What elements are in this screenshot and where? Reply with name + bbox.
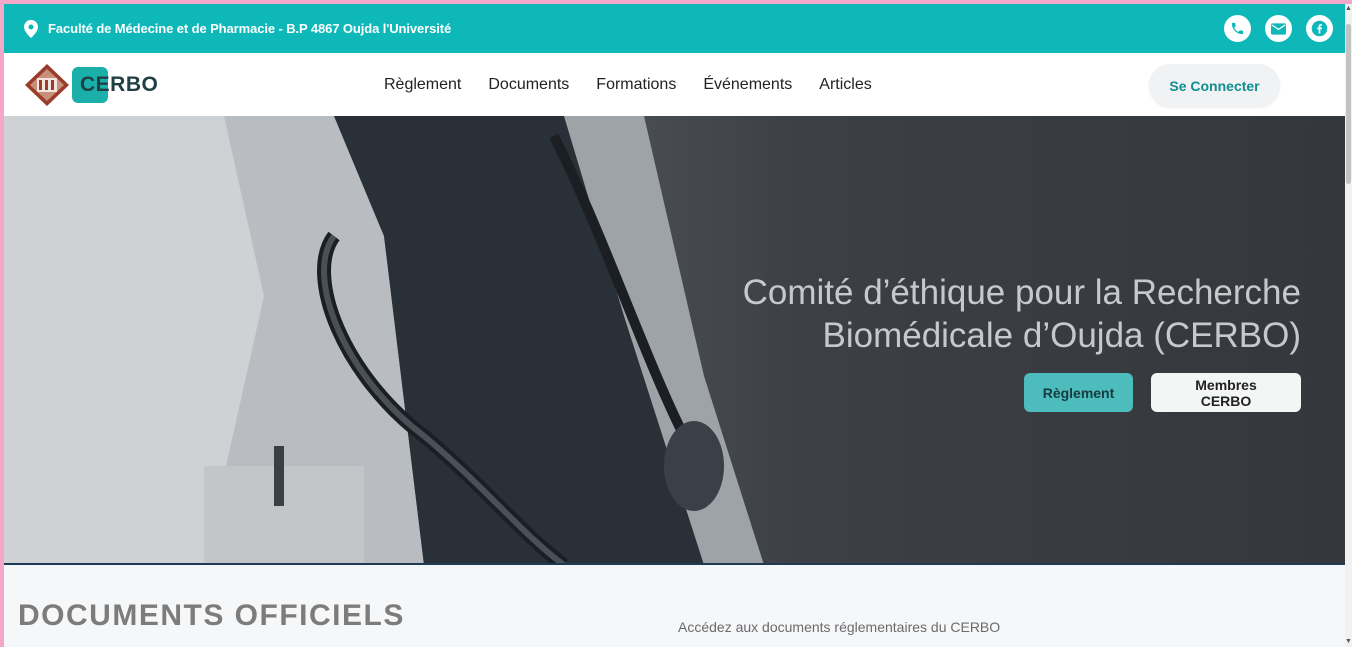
documents-subtitle: Accédez aux documents réglementaires du … <box>678 619 1001 635</box>
scroll-up-arrow-icon[interactable]: ▲ <box>1345 4 1352 14</box>
logo-text: CERBO <box>80 73 159 96</box>
main-navbar: CERBO Règlement Documents Formations Évé… <box>4 53 1345 116</box>
nav-link-formations[interactable]: Formations <box>596 76 676 94</box>
email-icon[interactable] <box>1265 15 1292 42</box>
location-pin-icon <box>24 19 38 38</box>
university-emblem-icon <box>25 64 69 106</box>
login-button[interactable]: Se Connecter <box>1149 64 1280 107</box>
top-info-bar: Faculté de Médecine et de Pharmacie - B.… <box>4 4 1345 53</box>
phone-icon[interactable] <box>1224 15 1251 42</box>
scroll-down-arrow-icon[interactable]: ▼ <box>1345 637 1352 647</box>
membres-button[interactable]: Membres CERBO <box>1151 373 1301 412</box>
site-logo[interactable]: CERBO <box>24 63 158 107</box>
social-icons <box>1224 15 1333 42</box>
hero-title: Comité d’éthique pour la Recherche Biomé… <box>742 273 1301 355</box>
facebook-icon[interactable] <box>1306 15 1333 42</box>
documents-heading: DOCUMENTS OFFICIELS <box>18 599 405 632</box>
nav-link-articles[interactable]: Articles <box>819 76 871 94</box>
primary-nav: Règlement Documents Formations Événement… <box>384 53 872 116</box>
nav-link-evenements[interactable]: Événements <box>703 76 792 94</box>
page-scrollbar[interactable]: ▲ ▼ <box>1345 4 1352 647</box>
hero-banner: Comité d’éthique pour la Recherche Biomé… <box>4 116 1345 565</box>
nav-link-reglement[interactable]: Règlement <box>384 76 461 94</box>
address-text: Faculté de Médecine et de Pharmacie - B.… <box>48 21 452 36</box>
nav-link-documents[interactable]: Documents <box>488 76 569 94</box>
reglement-button[interactable]: Règlement <box>1024 373 1133 412</box>
hero-actions: Règlement Membres CERBO <box>1024 373 1301 412</box>
documents-section: DOCUMENTS OFFICIELS Accédez aux document… <box>4 565 1345 647</box>
browser-viewport: Faculté de Médecine et de Pharmacie - B.… <box>4 4 1345 647</box>
scrollbar-thumb[interactable] <box>1346 24 1351 184</box>
